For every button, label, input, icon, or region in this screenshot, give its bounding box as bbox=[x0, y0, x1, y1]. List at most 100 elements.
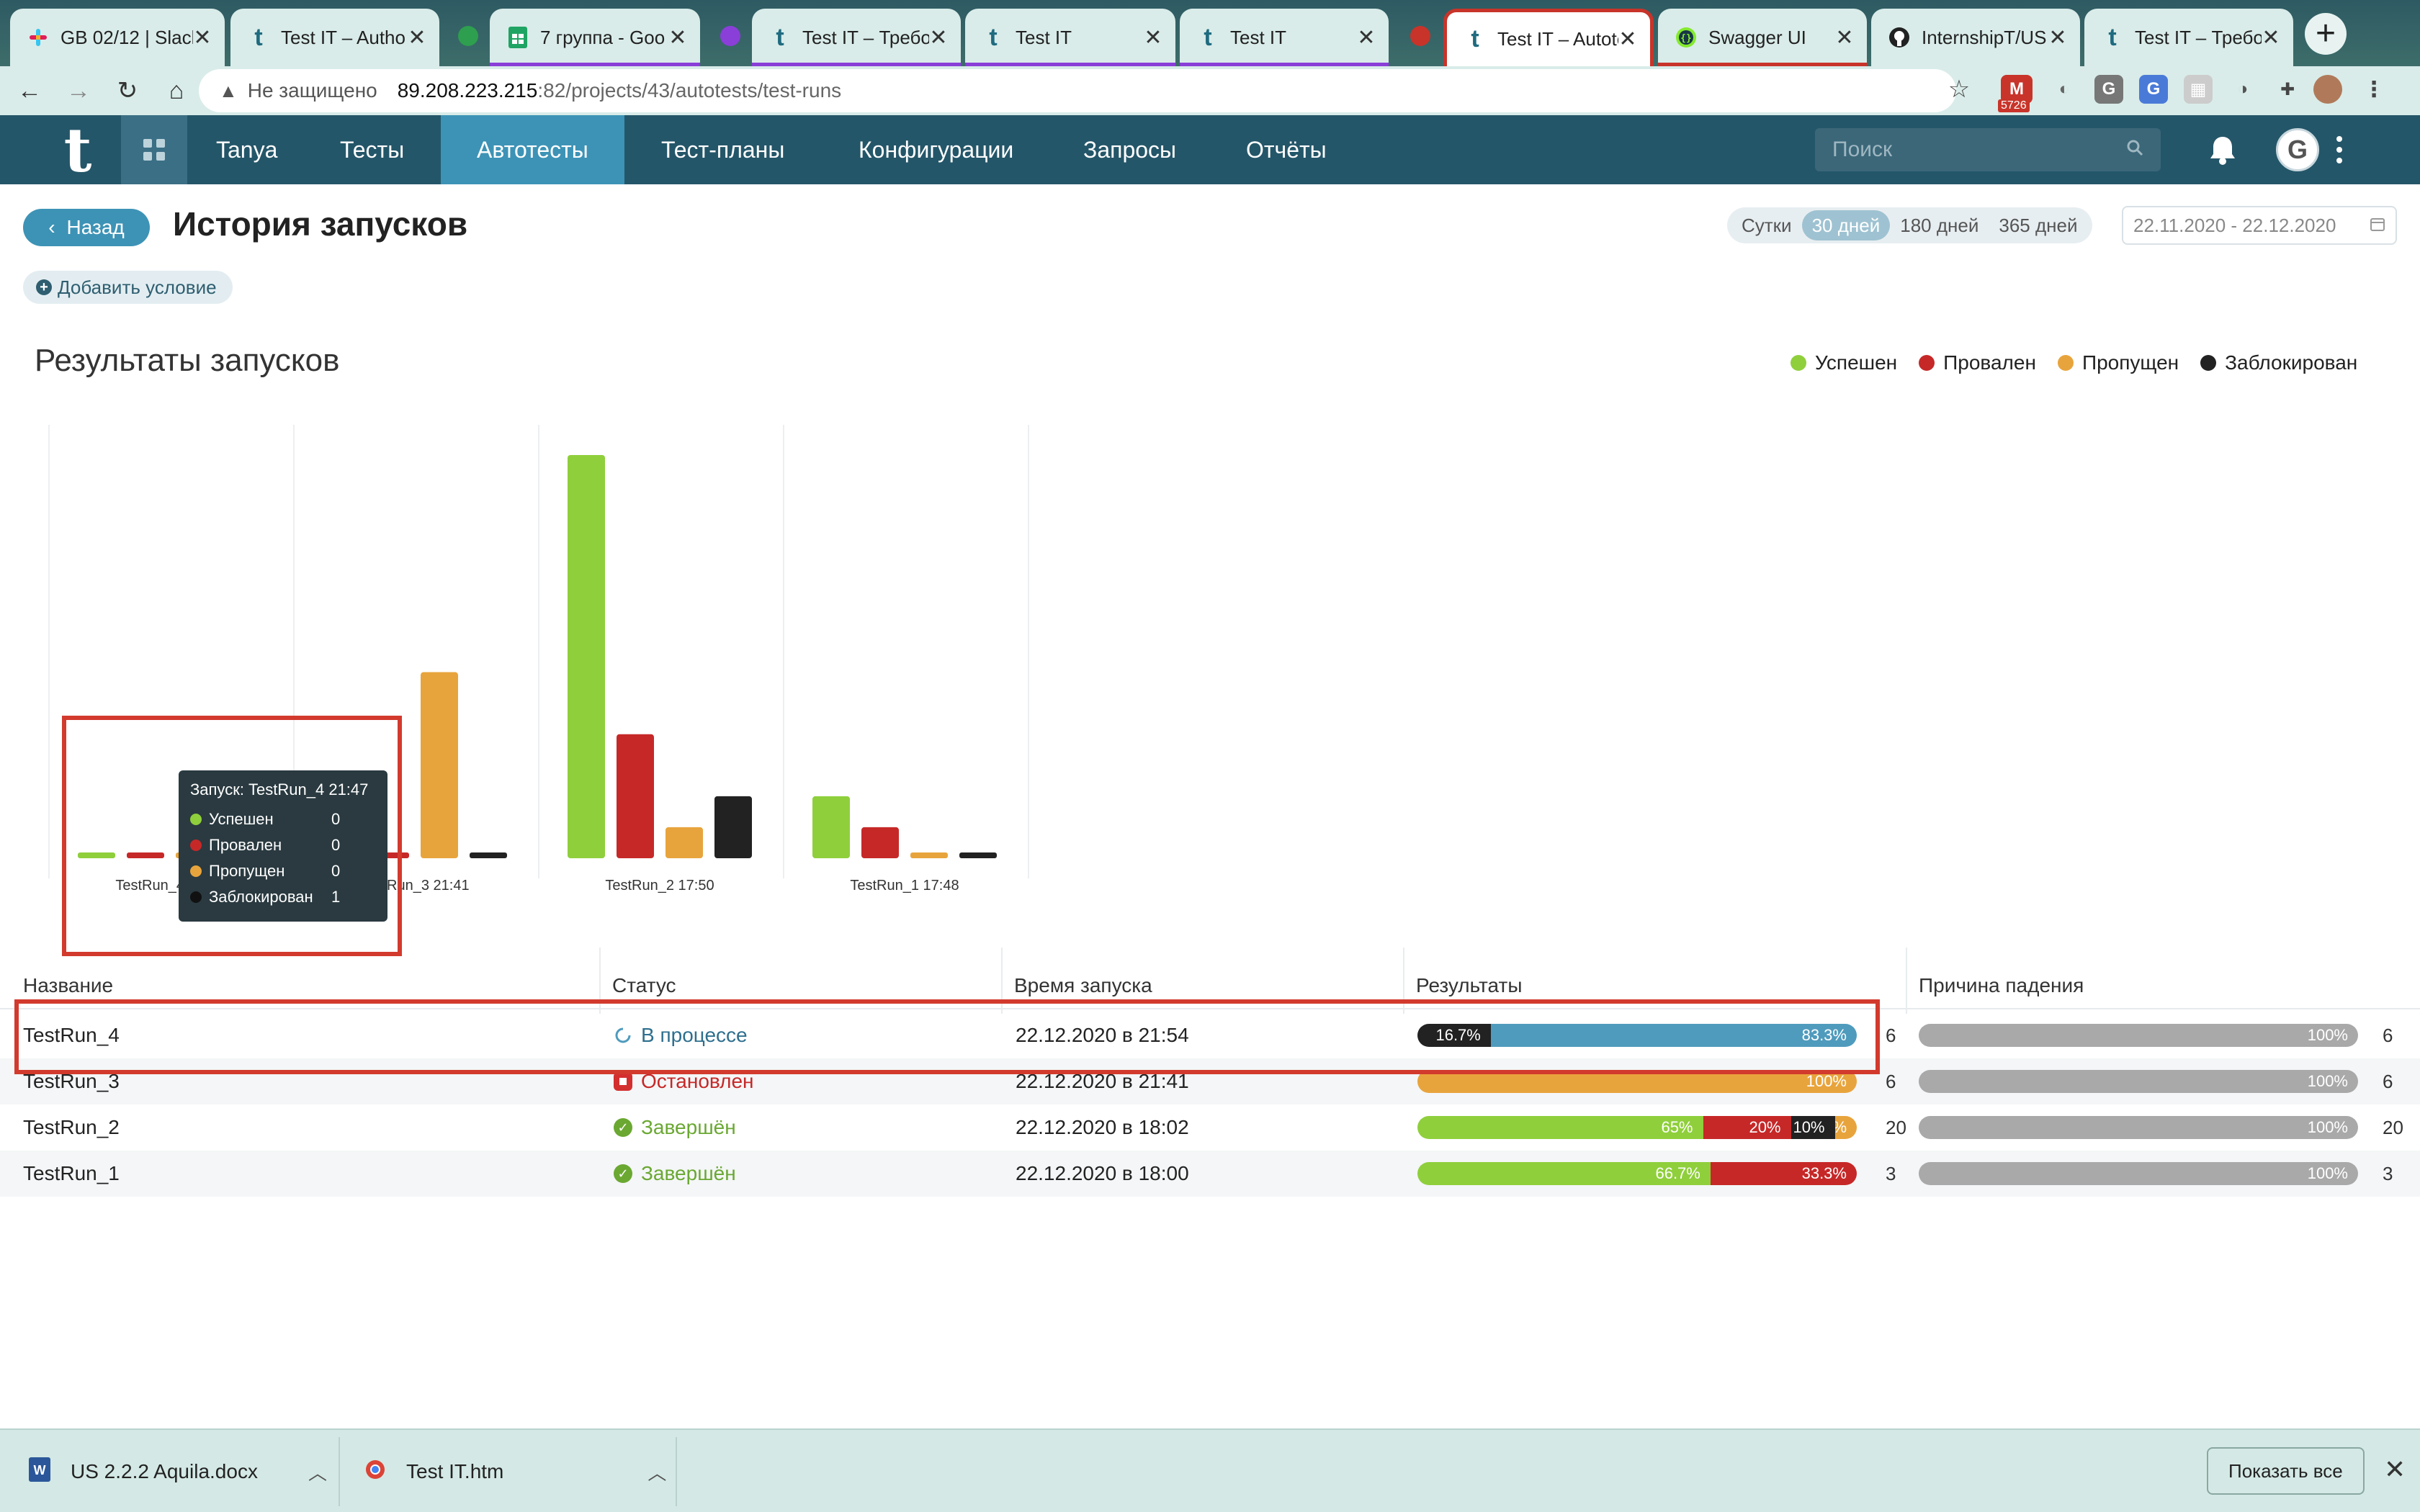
search-input[interactable]: Поиск bbox=[1815, 128, 2161, 171]
close-icon[interactable]: ✕ bbox=[2384, 1454, 2406, 1485]
forward-arrow-icon[interactable]: → bbox=[59, 71, 98, 110]
chart-bar-failed[interactable] bbox=[861, 827, 899, 858]
testit-logo[interactable]: t bbox=[35, 114, 121, 186]
profile-avatar[interactable] bbox=[2313, 75, 2342, 104]
browser-menu-icon[interactable]: ⋮ bbox=[2360, 75, 2388, 104]
chart-bar-skipped[interactable] bbox=[666, 827, 703, 858]
grammarly-extension-icon[interactable]: G bbox=[2094, 75, 2123, 104]
bell-icon[interactable] bbox=[2204, 131, 2241, 168]
failure-reason-bar[interactable]: 100% bbox=[1919, 1116, 2358, 1139]
failure-reason-bar[interactable]: 100% bbox=[1919, 1162, 2358, 1185]
search-icon[interactable] bbox=[2126, 138, 2143, 162]
failure-reason-bar[interactable]: 100% bbox=[1919, 1024, 2358, 1047]
chart-bar-skipped[interactable] bbox=[421, 672, 458, 858]
nav-item-reports[interactable]: Отчёты bbox=[1210, 115, 1363, 184]
chart-category-label: TestRun_2 17:50 bbox=[605, 878, 714, 894]
download-item[interactable]: W US 2.2.2 Aquila.docx ︿ bbox=[29, 1430, 327, 1512]
chart-bar-blocked[interactable] bbox=[714, 796, 752, 858]
page-title: История запусков bbox=[173, 205, 468, 243]
run-status: ✓ Завершён bbox=[614, 1104, 736, 1151]
add-condition-button[interactable]: + Добавить условие bbox=[23, 271, 233, 304]
tab-close-icon[interactable]: ✕ bbox=[1835, 25, 1854, 50]
dark-mode-extension-icon[interactable]: ◑ bbox=[2228, 75, 2257, 104]
browser-tab[interactable]: GB 02/12 | Slack ✕ bbox=[10, 9, 225, 66]
browser-tab[interactable]: t Test IT – Требо ✕ bbox=[2084, 9, 2293, 66]
browser-tab[interactable]: t Test IT – Autho ✕ bbox=[230, 9, 439, 66]
tab-close-icon[interactable]: ✕ bbox=[2262, 25, 2280, 50]
puzzle-extensions-icon[interactable]: ✚ bbox=[2273, 75, 2302, 104]
tab-close-icon[interactable]: ✕ bbox=[408, 25, 426, 50]
home-icon[interactable]: ⌂ bbox=[157, 71, 196, 110]
download-item[interactable]: Test IT.htm ︿ bbox=[364, 1430, 666, 1512]
browser-tab[interactable]: 7 группа - Goo ✕ bbox=[490, 9, 700, 66]
chart-bar-skipped[interactable] bbox=[910, 852, 948, 858]
nav-item-autotests[interactable]: Автотесты bbox=[441, 115, 624, 184]
tab-group-dot-red[interactable] bbox=[1410, 26, 1430, 46]
browser-tab[interactable]: InternshipT/US ✕ bbox=[1871, 9, 2080, 66]
nav-item-tests[interactable]: Тесты bbox=[304, 115, 440, 184]
chart-bar-blocked[interactable] bbox=[959, 852, 997, 858]
run-name[interactable]: TestRun_2 bbox=[23, 1104, 120, 1151]
translate-extension-icon[interactable]: G bbox=[2139, 75, 2168, 104]
results-count: 6 bbox=[1886, 1070, 1896, 1092]
reload-icon[interactable]: ↻ bbox=[108, 71, 147, 110]
user-avatar[interactable]: G bbox=[2276, 128, 2319, 171]
failure-reason-bar[interactable]: 100% bbox=[1919, 1070, 2358, 1093]
show-all-downloads-button[interactable]: Показать все bbox=[2207, 1447, 2365, 1495]
chevron-up-icon[interactable]: ︿ bbox=[308, 1459, 327, 1485]
period-option-day[interactable]: Сутки bbox=[1731, 210, 1802, 240]
chevron-up-icon[interactable]: ︿ bbox=[647, 1459, 666, 1485]
nav-item-configurations[interactable]: Конфигурации bbox=[823, 115, 1049, 184]
nav-item-test-plans[interactable]: Тест-планы bbox=[625, 115, 820, 184]
tab-close-icon[interactable]: ✕ bbox=[2048, 25, 2067, 50]
browser-tab[interactable]: {} Swagger UI ✕ bbox=[1658, 9, 1867, 66]
tab-close-icon[interactable]: ✕ bbox=[668, 25, 687, 50]
back-arrow-icon[interactable]: ← bbox=[10, 71, 49, 110]
run-name[interactable]: TestRun_1 bbox=[23, 1151, 120, 1197]
period-option-180-days[interactable]: 180 дней bbox=[1890, 210, 1989, 240]
period-option-30-days[interactable]: 30 дней bbox=[1801, 210, 1891, 240]
back-button[interactable]: ‹ Назад bbox=[23, 209, 150, 246]
legend-item-blocked[interactable]: Заблокирован bbox=[2200, 351, 2357, 374]
legend-item-passed[interactable]: Успешен bbox=[1791, 351, 1897, 374]
warning-icon[interactable]: ▲ bbox=[219, 80, 238, 102]
browser-tab[interactable]: t Test IT – Требо ✕ bbox=[752, 9, 961, 66]
legend-item-failed[interactable]: Провален bbox=[1919, 351, 2036, 374]
tab-close-icon[interactable]: ✕ bbox=[1357, 25, 1376, 50]
results-segment-blocked: 10% bbox=[1791, 1116, 1835, 1139]
slack-icon bbox=[27, 27, 49, 48]
calendar-icon[interactable] bbox=[2370, 215, 2385, 237]
date-range-input[interactable]: 22.11.2020 - 22.12.2020 bbox=[2122, 206, 2397, 245]
nav-item-tanya[interactable]: Tanya bbox=[180, 115, 313, 184]
chart-bar-passed[interactable] bbox=[812, 796, 850, 858]
chart-bar-failed[interactable] bbox=[617, 734, 654, 858]
tab-close-icon[interactable]: ✕ bbox=[1618, 27, 1637, 52]
legend-item-skipped[interactable]: Пропущен bbox=[2057, 351, 2179, 374]
browser-tab[interactable]: t Test IT ✕ bbox=[1180, 9, 1389, 66]
results-progress-bar[interactable]: 66.7% 33.3% bbox=[1417, 1162, 1857, 1185]
nav-item-requests[interactable]: Запросы bbox=[1047, 115, 1212, 184]
chart-bar-passed[interactable] bbox=[568, 455, 605, 858]
tab-close-icon[interactable]: ✕ bbox=[193, 25, 212, 50]
grid-icon bbox=[143, 139, 165, 161]
more-menu-icon[interactable] bbox=[2331, 128, 2348, 171]
column-header-failure-reason[interactable]: Причина падения bbox=[1919, 962, 2084, 1009]
tab-group-dot-purple[interactable] bbox=[720, 26, 740, 46]
apps-grid-button[interactable] bbox=[121, 115, 187, 184]
tab-group-dot-green[interactable] bbox=[458, 26, 478, 46]
tab-close-icon[interactable]: ✕ bbox=[929, 25, 948, 50]
browser-tab[interactable]: t Test IT ✕ bbox=[965, 9, 1175, 66]
chart-bar-blocked[interactable] bbox=[470, 852, 507, 858]
new-tab-button[interactable]: + bbox=[2305, 13, 2347, 55]
run-start-time: 22.12.2020 в 18:02 bbox=[1016, 1116, 1189, 1138]
grid-extension-icon[interactable]: ▦ bbox=[2184, 75, 2213, 104]
period-option-365-days[interactable]: 365 дней bbox=[1989, 210, 2087, 240]
tab-close-icon[interactable]: ✕ bbox=[1144, 25, 1162, 50]
circle-extension-icon[interactable]: ◐ bbox=[2050, 75, 2079, 104]
star-bookmark-icon[interactable]: ☆ bbox=[1945, 75, 1973, 104]
address-bar[interactable]: ▲ Не защищено 89.208.223.215:82/projects… bbox=[199, 69, 1956, 112]
table-row[interactable]: TestRun_2 ✓ Завершён 22.12.2020 в 18:02 65% 2… bbox=[0, 1104, 2420, 1151]
table-row[interactable]: TestRun_1 ✓ Завершён 22.12.2020 в 18:00 66.7… bbox=[0, 1151, 2420, 1197]
results-progress-bar[interactable]: 65%20%10%5% bbox=[1417, 1116, 1857, 1139]
browser-tab-active[interactable]: t Test IT – Autote ✕ bbox=[1443, 9, 1654, 66]
